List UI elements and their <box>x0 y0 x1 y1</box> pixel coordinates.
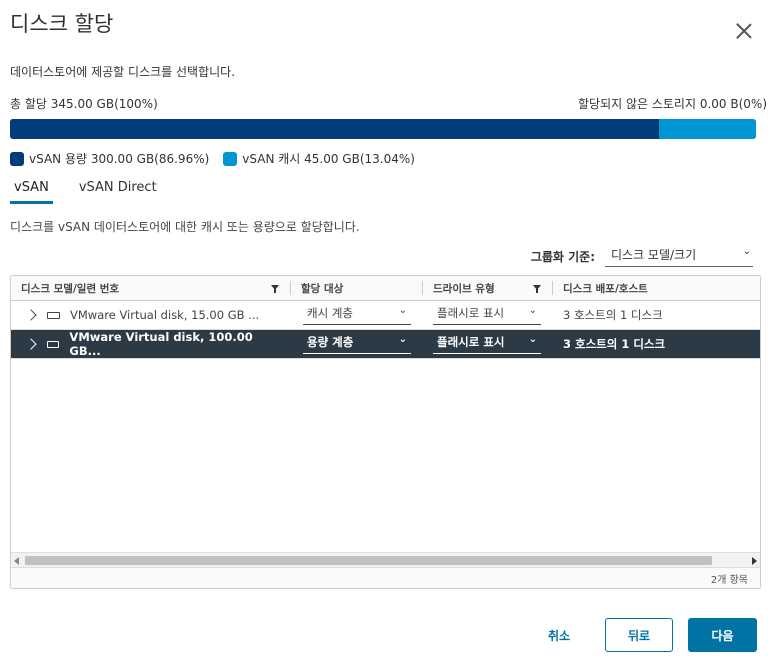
claim-select[interactable]: 용량 계층 ⌄ <box>303 334 411 354</box>
claim-select[interactable]: 캐시 계층 ⌄ <box>303 305 411 325</box>
dialog-title: 디스크 할당 <box>10 12 114 36</box>
group-by-value: 디스크 모델/크기 <box>611 248 697 262</box>
chevron-right-icon[interactable] <box>25 309 37 321</box>
group-by-label: 그룹화 기준: <box>530 250 595 264</box>
distribution-value: 3 호스트의 1 디스크 <box>563 337 666 351</box>
claim-value: 용량 계층 <box>307 335 354 349</box>
back-button[interactable]: 뒤로 <box>605 618 673 652</box>
cache-segment <box>658 119 756 139</box>
legend-item-cache: vSAN 캐시 45.00 GB(13.04%) <box>223 150 415 167</box>
disk-grid: 디스크 모델/일련 번호 할당 대상 드라이브 유형 디스크 배포/호스트 VM… <box>10 275 761 589</box>
item-count: 2개 항목 <box>710 574 748 586</box>
cancel-button[interactable]: 취소 <box>535 618 583 652</box>
column-header-claim-label: 할당 대상 <box>301 282 344 295</box>
filter-icon[interactable] <box>270 283 280 294</box>
chevron-down-icon: ⌄ <box>742 246 751 257</box>
unallocated-storage-label: 할당되지 않은 스토리지 0.00 B(0%) <box>577 97 767 111</box>
scroll-right-icon[interactable] <box>752 557 757 565</box>
column-header-model[interactable]: 디스크 모델/일련 번호 <box>11 281 291 296</box>
column-header-drive-type[interactable]: 드라이브 유형 <box>423 281 553 296</box>
total-allocation-label: 총 할당 345.00 GB(100%) <box>10 97 158 111</box>
next-button[interactable]: 다음 <box>688 618 757 652</box>
disk-model: VMware Virtual disk, 100.00 GB... <box>69 330 253 358</box>
drive-type-select[interactable]: 플래시로 표시 ⌄ <box>433 334 541 354</box>
horizontal-scrollbar[interactable] <box>11 552 760 567</box>
legend-item-capacity: vSAN 용량 300.00 GB(86.96%) <box>10 150 209 167</box>
claim-value: 캐시 계층 <box>307 306 353 320</box>
column-header-distribution-label: 디스크 배포/호스트 <box>563 282 648 295</box>
legend-label-capacity: vSAN 용량 300.00 GB(86.96%) <box>29 152 210 166</box>
tab-bar: vSAN vSAN Direct <box>10 178 183 204</box>
tab-vsan[interactable]: vSAN <box>10 178 53 204</box>
disk-icon <box>46 340 60 348</box>
grid-footer: 2개 항목 <box>11 567 760 588</box>
group-by-select[interactable]: 디스크 모델/크기 ⌄ <box>605 246 753 267</box>
chevron-down-icon: ⌄ <box>398 305 407 316</box>
tab-description: 디스크를 vSAN 데이터스토어에 대한 캐시 또는 용량으로 할당합니다. <box>10 220 360 234</box>
scroll-left-icon[interactable] <box>14 557 19 565</box>
allocation-bar <box>10 119 756 139</box>
allocation-summary: 총 할당 345.00 GB(100%) 할당되지 않은 스토리지 0.00 B… <box>10 95 767 112</box>
drive-type-value: 플래시로 표시 <box>437 306 505 320</box>
chevron-down-icon: ⌄ <box>398 334 407 345</box>
close-icon[interactable] <box>735 22 753 40</box>
chevron-right-icon[interactable] <box>25 338 37 350</box>
disk-icon <box>47 311 60 319</box>
chevron-down-icon: ⌄ <box>528 305 537 316</box>
chevron-down-icon: ⌄ <box>528 334 537 345</box>
distribution-value: 3 호스트의 1 디스크 <box>563 308 663 322</box>
grid-header: 디스크 모델/일련 번호 할당 대상 드라이브 유형 디스크 배포/호스트 <box>11 276 760 301</box>
group-by: 그룹화 기준: 디스크 모델/크기 ⌄ <box>531 246 753 267</box>
tab-vsan-direct[interactable]: vSAN Direct <box>75 178 161 204</box>
table-row[interactable]: VMware Virtual disk, 15.00 GB ... 캐시 계층 … <box>11 301 760 330</box>
capacity-segment <box>10 119 659 139</box>
drive-type-value: 플래시로 표시 <box>437 335 505 349</box>
scroll-thumb[interactable] <box>25 556 712 565</box>
cache-swatch <box>223 151 238 166</box>
capacity-swatch <box>10 151 24 166</box>
column-header-distribution[interactable]: 디스크 배포/호스트 <box>553 281 760 295</box>
filter-icon[interactable] <box>532 283 542 294</box>
column-header-model-label: 디스크 모델/일련 번호 <box>21 282 120 295</box>
legend-label-cache: vSAN 캐시 45.00 GB(13.04%) <box>242 152 415 166</box>
column-header-drive-type-label: 드라이브 유형 <box>433 282 495 295</box>
table-row[interactable]: VMware Virtual disk, 100.00 GB... 용량 계층 … <box>11 330 760 359</box>
drive-type-select[interactable]: 플래시로 표시 ⌄ <box>433 305 541 325</box>
dialog-subtitle: 데이터스토어에 제공할 디스크를 선택합니다. <box>10 65 236 79</box>
column-header-claim[interactable]: 할당 대상 <box>291 281 423 296</box>
allocation-legend: vSAN 용량 300.00 GB(86.96%) vSAN 캐시 45.00 … <box>10 150 423 167</box>
disk-model: VMware Virtual disk, 15.00 GB ... <box>70 308 260 322</box>
